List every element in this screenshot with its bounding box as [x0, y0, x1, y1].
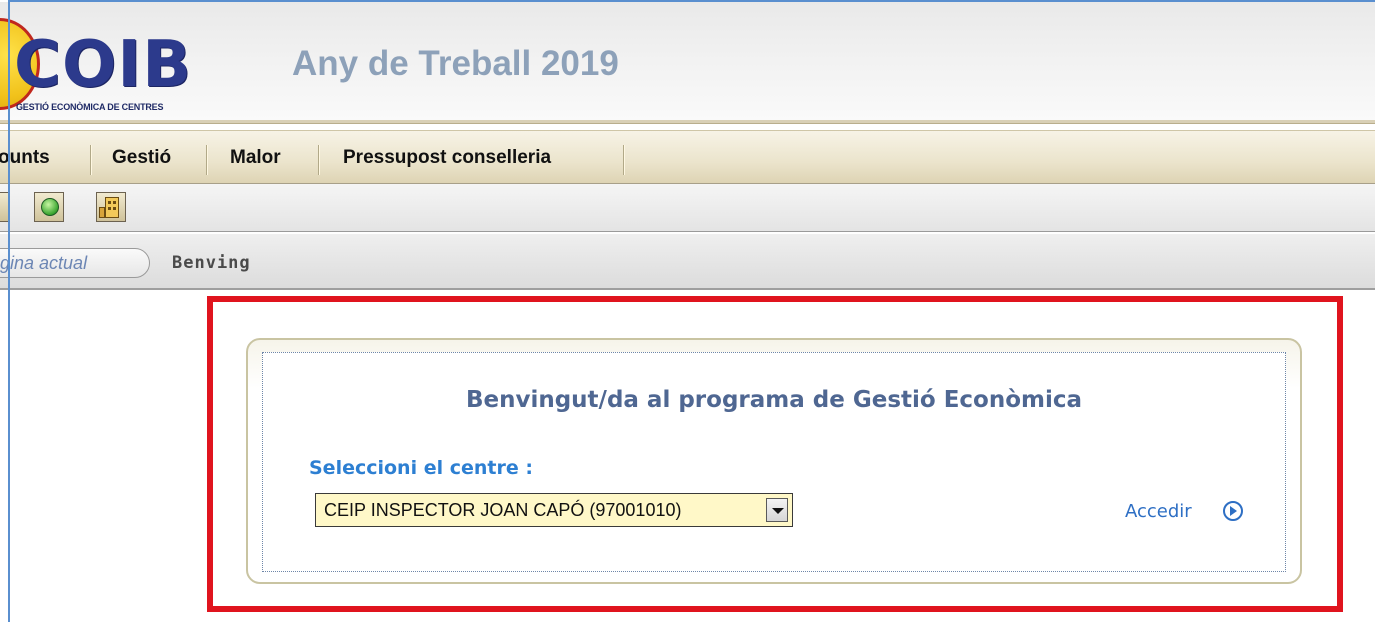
welcome-panel: Benvingut/da al programa de Gestió Econò… — [246, 338, 1302, 584]
app-title: Any de Treball 2019 — [292, 44, 619, 83]
main-menu-bar: ounts Gestió Malor Pressupost conselleri… — [0, 130, 1375, 184]
building-icon — [105, 197, 119, 218]
menu-separator — [623, 145, 624, 175]
breadcrumb: gina actual Benving — [0, 234, 1375, 290]
menu-item-malor[interactable]: Malor — [230, 145, 281, 171]
welcome-panel-inner: Benvingut/da al programa de Gestió Econò… — [262, 352, 1286, 572]
globe-refresh-icon — [41, 198, 59, 216]
menu-separator — [206, 145, 207, 175]
refresh-button[interactable] — [34, 192, 64, 222]
coib-logo: COIB GESTIÓ ECONÒMICA DE CENTRES — [0, 18, 240, 122]
breadcrumb-current-page-label[interactable]: gina actual — [0, 250, 87, 276]
logo-subtitle: GESTIÓ ECONÒMICA DE CENTRES — [16, 102, 164, 112]
menu-item-gestio[interactable]: Gestió — [112, 145, 171, 171]
centre-select-value: CEIP INSPECTOR JOAN CAPÓ (97001010) — [324, 500, 682, 520]
app-header: COIB GESTIÓ ECONÒMICA DE CENTRES Any de … — [0, 2, 1375, 122]
centres-button[interactable] — [96, 192, 126, 222]
chevron-down-icon[interactable] — [766, 498, 788, 522]
centre-select[interactable]: CEIP INSPECTOR JOAN CAPÓ (97001010) — [315, 493, 793, 527]
header-divider-line — [0, 123, 1375, 124]
window-left-border — [8, 0, 10, 622]
accedir-link[interactable]: Accedir — [1125, 499, 1192, 525]
menu-separator — [318, 145, 319, 175]
welcome-title: Benvingut/da al programa de Gestió Econò… — [465, 387, 1083, 413]
menu-separator — [90, 145, 91, 175]
breadcrumb-page-name: Benving — [172, 253, 251, 273]
arrow-right-circle-icon[interactable] — [1223, 501, 1243, 521]
centre-select-label: Seleccioni el centre : — [309, 457, 533, 479]
logo-text: COIB — [14, 28, 192, 102]
menu-item-pressupost-conselleria[interactable]: Pressupost conselleria — [343, 145, 551, 171]
toolbar — [0, 184, 1375, 232]
